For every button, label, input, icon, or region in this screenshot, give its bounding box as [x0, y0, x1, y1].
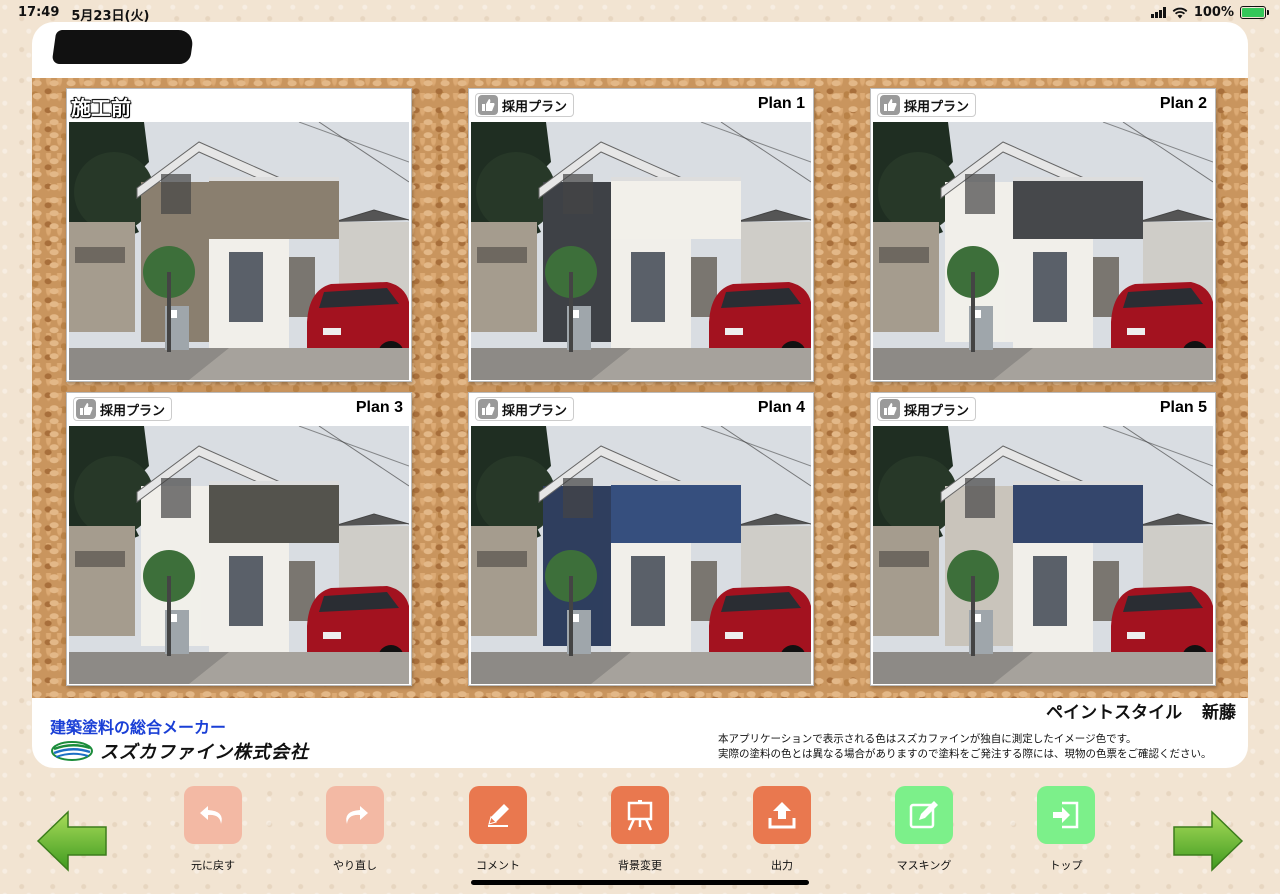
house-photo — [471, 122, 811, 380]
easel-icon — [611, 786, 669, 844]
house-photo — [69, 122, 409, 380]
company-logo-icon — [51, 741, 93, 761]
plan-label: Plan 1 — [757, 95, 805, 112]
plan-card[interactable]: 採用プラン Plan 2 — [870, 88, 1216, 382]
battery-percent: 100% — [1193, 5, 1234, 20]
plan-label: Plan 2 — [1159, 95, 1207, 112]
comment-label: コメント — [476, 859, 520, 872]
adopt-plan-button[interactable]: 採用プラン — [877, 397, 977, 421]
plan-card[interactable]: 採用プラン Plan 4 — [468, 392, 814, 686]
plan-card[interactable]: 採用プラン Plan 1 — [468, 88, 814, 382]
edit-square-icon — [895, 786, 953, 844]
house-photo — [873, 122, 1213, 380]
previous-arrow-button[interactable] — [36, 810, 108, 872]
undo-icon — [184, 786, 242, 844]
adopt-plan-label: 採用プラン — [904, 403, 970, 419]
background-change-button[interactable]: 背景変更 — [590, 786, 690, 873]
redo-label: やり直し — [333, 859, 377, 872]
house-photo-frame[interactable] — [69, 122, 409, 380]
adopt-plan-button[interactable]: 採用プラン — [475, 93, 575, 117]
company-name: スズカファイン株式会社 — [100, 742, 309, 763]
house-photo-frame[interactable] — [873, 426, 1213, 684]
color-disclaimer: 本アプリケーションで表示される色はスズカファインが独自に測定したイメージ色です。… — [718, 733, 1212, 760]
redacted-title — [51, 30, 195, 64]
plan-label: Plan 5 — [1159, 399, 1207, 416]
plan-label: Plan 4 — [757, 399, 805, 416]
bottom-toolbar: 元に戻す やり直し コメント 背景変更 出力 マスキング トップ — [0, 784, 1280, 894]
wifi-icon — [1172, 7, 1188, 19]
plan-card[interactable]: 採用プラン Plan 5 — [870, 392, 1216, 686]
cellular-signal-icon — [1150, 7, 1166, 18]
undo-label: 元に戻す — [191, 859, 235, 872]
house-photo — [471, 426, 811, 684]
card-header: 採用プラン Plan 2 — [871, 89, 1215, 122]
thumbs-up-icon — [880, 399, 900, 419]
redo-button[interactable]: やり直し — [305, 786, 405, 873]
before-card[interactable]: 施工前 — [66, 88, 412, 382]
store-name: ペイントスタイル 新藤 — [1046, 703, 1236, 723]
thumbs-up-icon — [478, 399, 498, 419]
before-label: 施工前 — [70, 95, 131, 120]
masking-button[interactable]: マスキング — [874, 786, 974, 873]
pencil-icon — [469, 786, 527, 844]
card-header: 採用プラン Plan 1 — [469, 89, 813, 122]
thumbs-up-icon — [478, 95, 498, 115]
house-photo-frame[interactable] — [471, 122, 811, 380]
top-button[interactable]: トップ — [1016, 786, 1116, 873]
comment-button[interactable]: コメント — [448, 786, 548, 873]
cork-board: 施工前 採用プラン Plan 1 採用プラン Plan 2 採用プラン Plan… — [32, 78, 1248, 698]
adopt-plan-button[interactable]: 採用プラン — [475, 397, 575, 421]
top-label: トップ — [1049, 859, 1083, 872]
undo-button[interactable]: 元に戻す — [163, 786, 263, 873]
home-indicator[interactable] — [471, 880, 809, 885]
company-logo: スズカファイン株式会社 — [50, 738, 309, 764]
house-photo-frame[interactable] — [873, 122, 1213, 380]
status-bar: 17:49 5月23日(火) 100% — [0, 0, 1280, 24]
card-header: 採用プラン Plan 5 — [871, 393, 1215, 426]
company-tagline: 建築塗料の総合メーカー — [50, 718, 227, 737]
redo-icon — [326, 786, 384, 844]
house-photo-frame[interactable] — [69, 426, 409, 684]
card-header: 採用プラン Plan 3 — [67, 393, 411, 426]
adopt-plan-button[interactable]: 採用プラン — [877, 93, 977, 117]
card-header: 施工前 — [67, 89, 411, 122]
next-arrow-button[interactable] — [1172, 810, 1244, 872]
card-header: 採用プラン Plan 4 — [469, 393, 813, 426]
masking-label: マスキング — [896, 859, 952, 872]
house-photo — [873, 426, 1213, 684]
thumbs-up-icon — [880, 95, 900, 115]
adopt-plan-button[interactable]: 採用プラン — [73, 397, 173, 421]
upload-icon — [753, 786, 811, 844]
adopt-plan-label: 採用プラン — [502, 99, 568, 115]
adopt-plan-label: 採用プラン — [502, 403, 568, 419]
plan-card[interactable]: 採用プラン Plan 3 — [66, 392, 412, 686]
house-photo — [69, 426, 409, 684]
output-label: 出力 — [771, 859, 793, 872]
main-panel: 施工前 採用プラン Plan 1 採用プラン Plan 2 採用プラン Plan… — [32, 22, 1248, 768]
adopt-plan-label: 採用プラン — [100, 403, 166, 419]
thumbs-up-icon — [76, 399, 96, 419]
house-photo-frame[interactable] — [471, 426, 811, 684]
background-change-label: 背景変更 — [618, 859, 662, 872]
panel-header — [32, 22, 1248, 78]
output-button[interactable]: 出力 — [732, 786, 832, 873]
battery-icon — [1240, 6, 1269, 19]
plan-label: Plan 3 — [355, 399, 403, 416]
panel-footer: 建築塗料の総合メーカー スズカファイン株式会社 ペイントスタイル 新藤 本アプリ… — [32, 698, 1248, 768]
adopt-plan-label: 採用プラン — [904, 99, 970, 115]
sign-in-icon — [1037, 786, 1095, 844]
